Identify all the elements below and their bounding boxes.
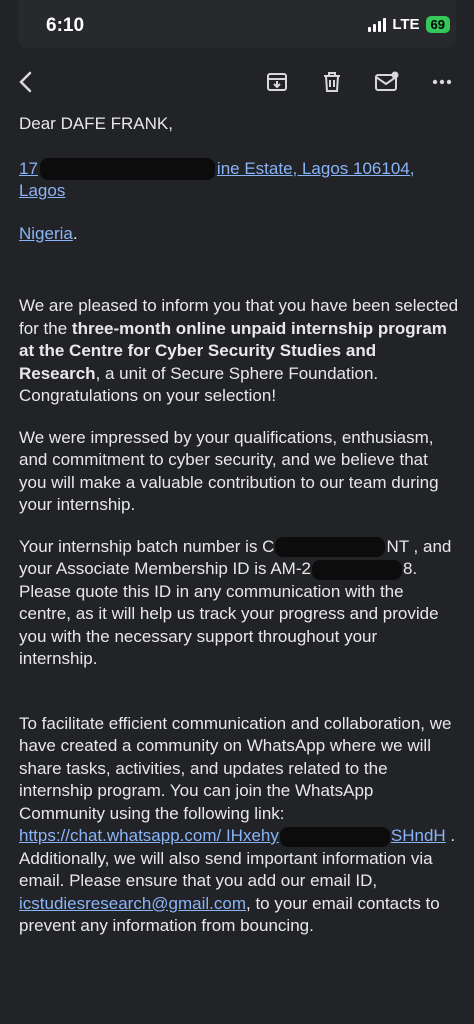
redaction bbox=[279, 826, 390, 847]
email-toolbar bbox=[0, 56, 474, 108]
delete-icon[interactable] bbox=[316, 66, 348, 98]
paragraph-batch: Your internship batch number is C NT , an… bbox=[19, 536, 452, 669]
address-link[interactable]: 17 ine Estate, Lagos 106104, bbox=[19, 158, 414, 181]
status-bar: 6:10 LTE 69 bbox=[0, 0, 474, 50]
more-icon[interactable] bbox=[426, 66, 458, 98]
mark-unread-icon[interactable] bbox=[371, 66, 403, 98]
greeting: Dear DAFE FRANK, bbox=[19, 114, 173, 133]
battery-icon: 69 bbox=[425, 16, 450, 33]
back-icon[interactable] bbox=[10, 66, 42, 98]
redaction bbox=[275, 537, 386, 558]
redaction bbox=[311, 559, 402, 580]
network-label: LTE bbox=[392, 16, 420, 33]
country-line: Nigeria. bbox=[19, 223, 78, 243]
address-link-city[interactable]: Lagos bbox=[19, 181, 65, 200]
paragraph-selection: We are pleased to inform you that you ha… bbox=[19, 296, 459, 406]
email-link[interactable]: icstudiesresearch@gmail.com bbox=[19, 894, 246, 913]
redaction bbox=[39, 158, 215, 181]
address-block: 17 ine Estate, Lagos 106104, Lagos bbox=[19, 158, 459, 203]
country-link[interactable]: Nigeria bbox=[19, 224, 73, 243]
status-indicators: LTE 69 bbox=[368, 16, 450, 33]
archive-icon[interactable] bbox=[261, 66, 293, 98]
status-time: 6:10 bbox=[46, 15, 85, 36]
signal-icon bbox=[368, 17, 387, 32]
whatsapp-link[interactable]: https://chat.whatsapp.com/ IHxehy SHndH bbox=[19, 826, 446, 847]
email-body: Dear DAFE FRANK, 17 ine Estate, Lagos 106… bbox=[19, 113, 459, 938]
paragraph-impressed: We were impressed by your qualifications… bbox=[19, 427, 439, 515]
paragraph-whatsapp: To facilitate efficient communication an… bbox=[19, 713, 456, 936]
